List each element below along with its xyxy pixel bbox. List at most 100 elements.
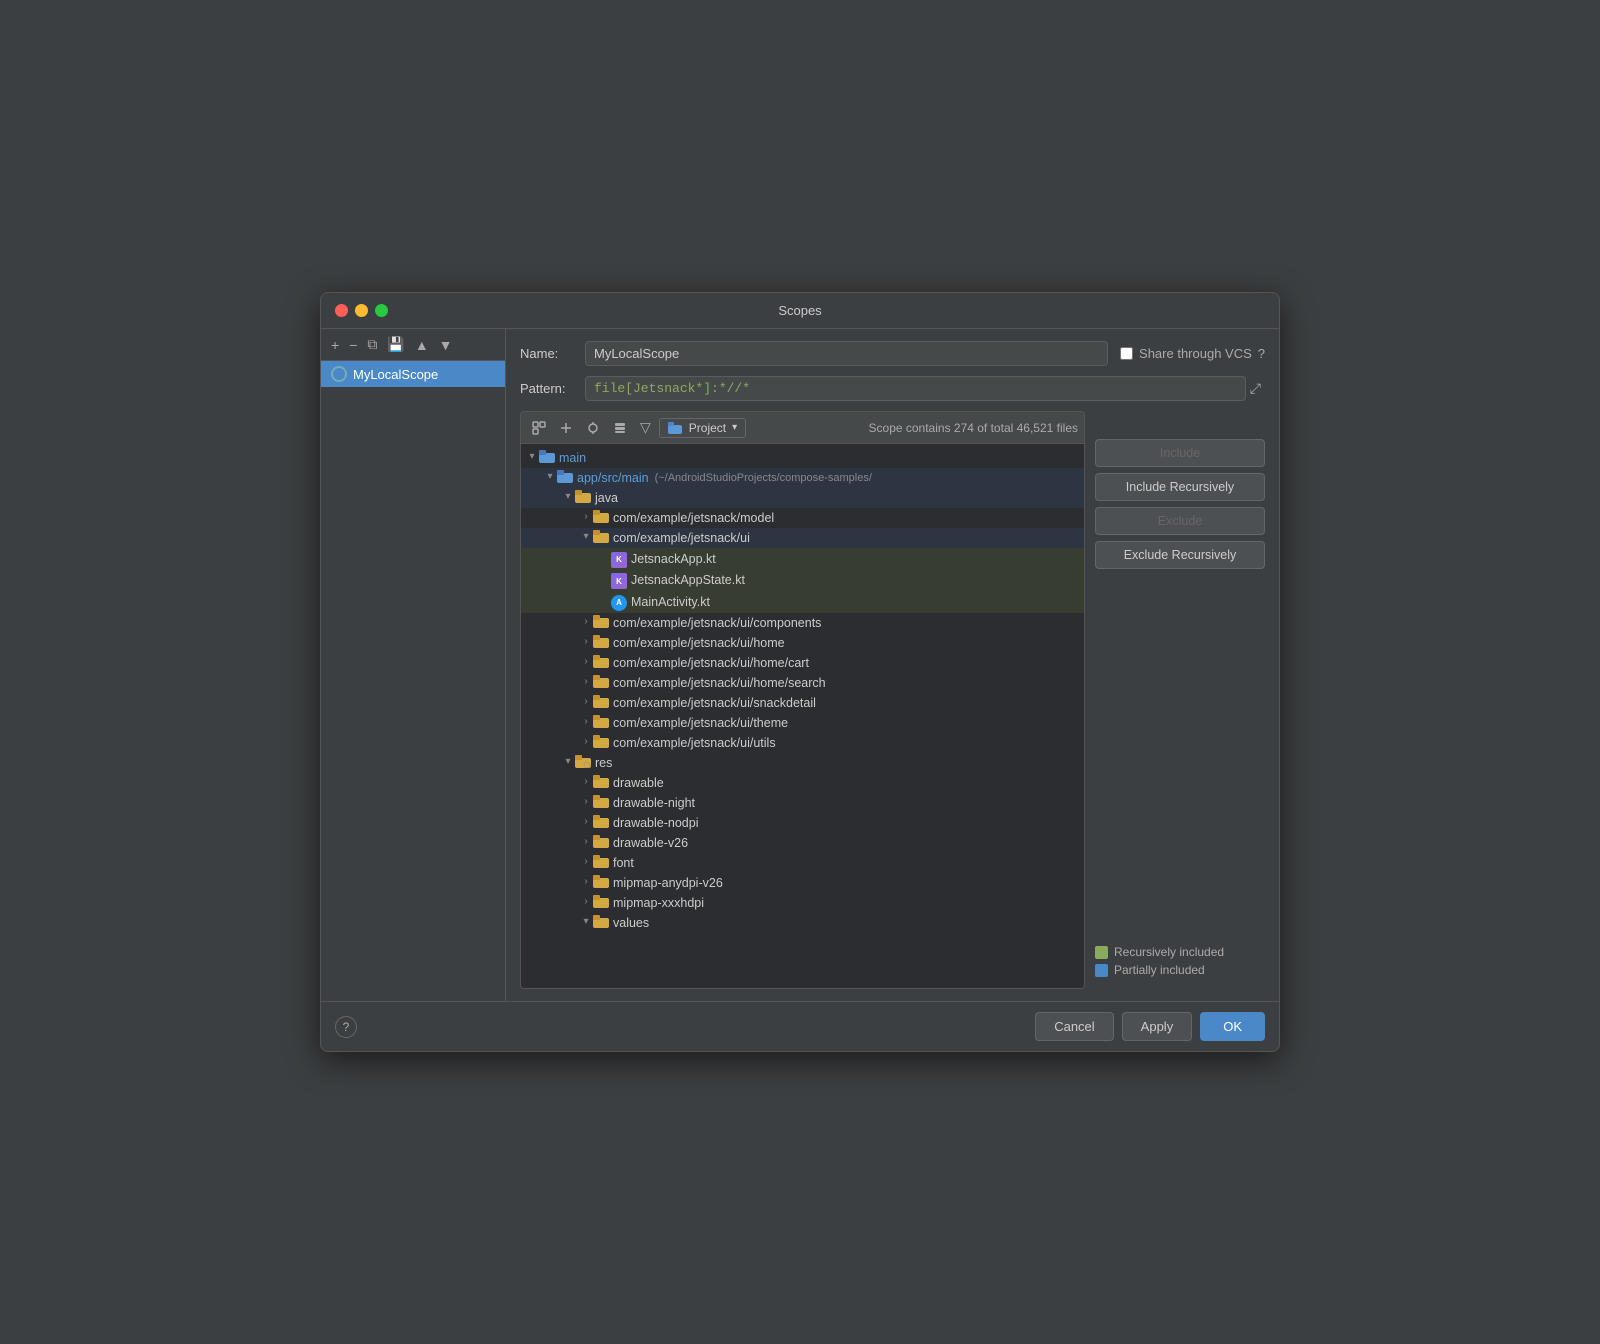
sidebar-item-myscope[interactable]: MyLocalScope <box>321 361 505 387</box>
folder-icon <box>593 795 613 811</box>
name-label: Name: <box>520 346 585 361</box>
bottom-buttons: Cancel Apply OK <box>1035 1012 1265 1041</box>
tree-node[interactable]: com/example/jetsnack/ui/home/cart <box>521 653 1084 673</box>
tree-node[interactable]: drawable-nodpi <box>521 813 1084 833</box>
tree-node[interactable]: KJetsnackAppState.kt <box>521 570 1084 592</box>
node-label: com/example/jetsnack/model <box>613 511 774 525</box>
include-recursively-button[interactable]: Include Recursively <box>1095 473 1265 501</box>
tree-node[interactable]: KJetsnackApp.kt <box>521 548 1084 570</box>
node-hint: (~/AndroidStudioProjects/compose-samples… <box>655 472 872 484</box>
name-row: Name: Share through VCS ? <box>520 341 1265 366</box>
tree-node[interactable]: com/example/jetsnack/ui/snackdetail <box>521 693 1084 713</box>
folder-icon <box>575 755 595 771</box>
chevron-icon <box>579 896 593 910</box>
include-button[interactable]: Include <box>1095 439 1265 467</box>
node-label: values <box>613 916 649 930</box>
chevron-down-icon: ▾ <box>732 422 737 433</box>
tree-node[interactable]: com/example/jetsnack/ui/components <box>521 613 1084 633</box>
dialog-body: + − ⧉ 💾 ▲ ▼ MyLocalScope Name: Share thr… <box>321 329 1279 1001</box>
window-controls <box>335 304 388 317</box>
exclude-recursively-button[interactable]: Exclude Recursively <box>1095 541 1265 569</box>
filter-button[interactable]: ▽ <box>635 416 656 439</box>
chevron-icon <box>597 552 611 566</box>
chevron-icon <box>579 531 593 545</box>
chevron-icon <box>597 573 611 587</box>
chevron-icon <box>579 916 593 930</box>
tree-node[interactable]: mipmap-anydpi-v26 <box>521 873 1084 893</box>
copy-scope-button[interactable]: ⧉ <box>363 333 381 356</box>
folder-icon <box>593 615 613 631</box>
node-label: JetsnackAppState.kt <box>631 573 745 587</box>
help-button[interactable]: ? <box>335 1016 357 1038</box>
chevron-icon <box>579 656 593 670</box>
pattern-input[interactable] <box>585 376 1246 401</box>
node-label: mipmap-anydpi-v26 <box>613 876 723 890</box>
node-label: com/example/jetsnack/ui/home <box>613 636 785 650</box>
node-label: mipmap-xxxhdpi <box>613 896 704 910</box>
node-label: com/example/jetsnack/ui/home/search <box>613 676 826 690</box>
file-icon: K <box>611 572 631 590</box>
scroll-to-selection-button[interactable] <box>581 418 605 438</box>
tree-node[interactable]: drawable-v26 <box>521 833 1084 853</box>
folder-icon <box>557 470 577 486</box>
save-scope-button[interactable]: 💾 <box>383 333 408 356</box>
expand-pattern-button[interactable]: ⤢ <box>1246 376 1265 401</box>
folder-icon <box>593 895 613 911</box>
tree-node[interactable]: com/example/jetsnack/ui/utils <box>521 733 1084 753</box>
exclude-button[interactable]: Exclude <box>1095 507 1265 535</box>
legend-label-partially: Partially included <box>1114 963 1205 977</box>
chevron-icon <box>543 471 557 485</box>
folder-icon <box>593 735 613 751</box>
file-icon: A <box>611 593 631 611</box>
title-bar: Scopes <box>321 293 1279 329</box>
cancel-button[interactable]: Cancel <box>1035 1012 1113 1041</box>
tree-node[interactable]: font <box>521 853 1084 873</box>
folder-icon <box>593 775 613 791</box>
share-vcs-checkbox[interactable] <box>1120 347 1133 360</box>
flatten-packages-button[interactable] <box>608 418 632 438</box>
close-button[interactable] <box>335 304 348 317</box>
maximize-button[interactable] <box>375 304 388 317</box>
tree-content[interactable]: main app/src/main (~/AndroidStudioProjects… <box>521 444 1084 988</box>
tree-node[interactable]: com/example/jetsnack/ui/home <box>521 633 1084 653</box>
tree-node[interactable]: values <box>521 913 1084 933</box>
expand-all-button[interactable] <box>554 418 578 438</box>
tree-node[interactable]: mipmap-xxxhdpi <box>521 893 1084 913</box>
chevron-icon <box>525 451 539 465</box>
node-label: app/src/main <box>577 471 649 485</box>
folder-icon <box>593 835 613 851</box>
tree-node[interactable]: main <box>521 448 1084 468</box>
node-label: main <box>559 451 586 465</box>
remove-scope-button[interactable]: − <box>345 334 361 356</box>
tree-node[interactable]: res <box>521 753 1084 773</box>
move-up-button[interactable]: ▲ <box>411 334 433 356</box>
node-label: font <box>613 856 634 870</box>
tree-node[interactable]: app/src/main (~/AndroidStudioProjects/com… <box>521 468 1084 488</box>
project-dropdown[interactable]: Project ▾ <box>659 418 746 438</box>
move-down-button[interactable]: ▼ <box>435 334 457 356</box>
tree-node[interactable]: java <box>521 488 1084 508</box>
tree-node[interactable]: drawable-night <box>521 793 1084 813</box>
minimize-button[interactable] <box>355 304 368 317</box>
folder-icon <box>593 635 613 651</box>
tree-node[interactable]: com/example/jetsnack/ui/theme <box>521 713 1084 733</box>
tree-node[interactable]: com/example/jetsnack/ui <box>521 528 1084 548</box>
name-input[interactable] <box>585 341 1108 366</box>
add-scope-button[interactable]: + <box>327 334 343 356</box>
chevron-icon <box>579 636 593 650</box>
apply-button[interactable]: Apply <box>1122 1012 1193 1041</box>
chevron-icon <box>579 876 593 890</box>
chevron-icon <box>597 595 611 609</box>
tree-node[interactable]: com/example/jetsnack/ui/home/search <box>521 673 1084 693</box>
buttons-panel: Include Include Recursively Exclude Excl… <box>1095 411 1265 989</box>
ok-button[interactable]: OK <box>1200 1012 1265 1041</box>
tree-node[interactable]: com/example/jetsnack/model <box>521 508 1084 528</box>
tree-node[interactable]: drawable <box>521 773 1084 793</box>
legend-color-partially <box>1095 964 1108 977</box>
tree-node[interactable]: AMainActivity.kt <box>521 591 1084 613</box>
folder-icon <box>593 675 613 691</box>
folder-icon <box>593 855 613 871</box>
collapse-all-button[interactable] <box>527 418 551 438</box>
node-label: com/example/jetsnack/ui/components <box>613 616 821 630</box>
bottom-bar: ? Cancel Apply OK <box>321 1001 1279 1051</box>
